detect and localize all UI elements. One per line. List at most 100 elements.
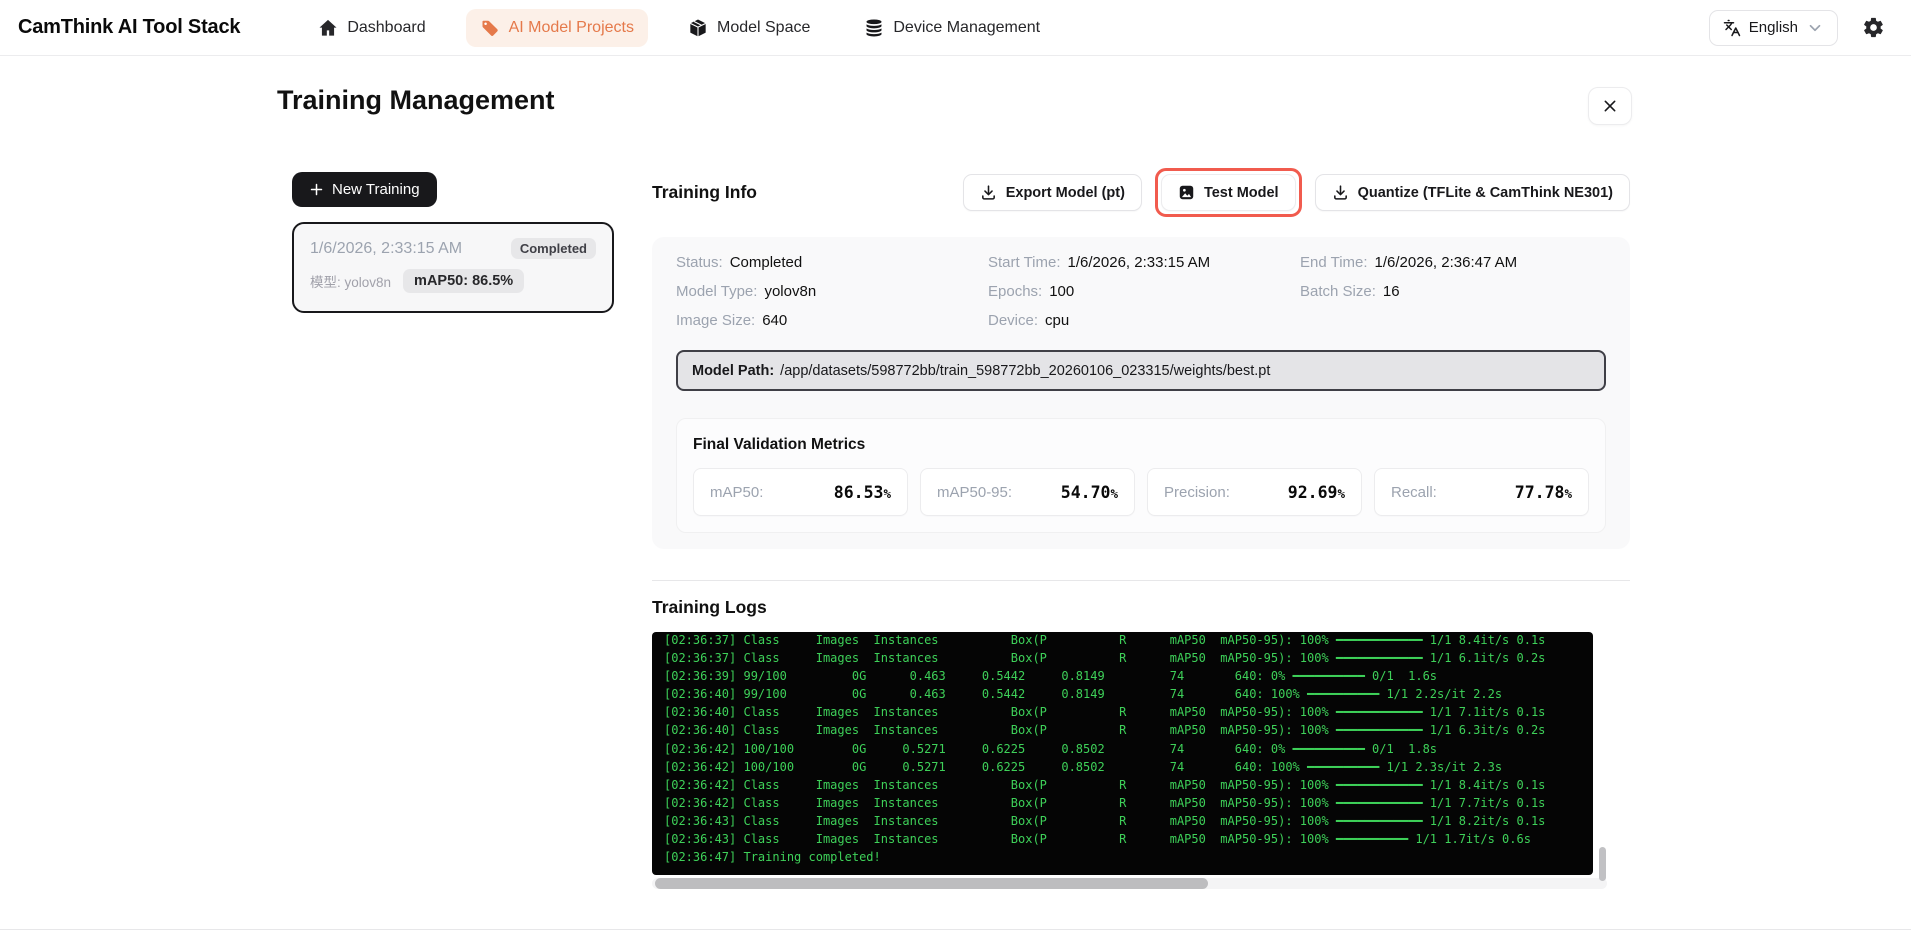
vertical-scrollbar-thumb[interactable]: [1599, 847, 1606, 881]
nav-menu: Dashboard AI Model Projects Model Space …: [304, 8, 1054, 47]
field-value: yolov8n: [764, 283, 817, 300]
export-model-label: Export Model (pt): [1005, 184, 1125, 201]
field-value: cpu: [1045, 312, 1070, 329]
training-item-model: 模型: yolov8n: [310, 275, 392, 290]
gear-icon: [1862, 16, 1885, 39]
training-fields-grid: Status: Completed Start Time: 1/6/2026, …: [676, 254, 1606, 329]
validation-metrics-panel: Final Validation Metrics mAP50: 86.53% m…: [676, 418, 1606, 533]
terminal-body: [02:36:37] Class Images Instances Box(P …: [664, 632, 1581, 866]
horizontal-scrollbar-thumb[interactable]: [655, 878, 1208, 889]
quantize-button[interactable]: Quantize (TFLite & CamThink NE301): [1314, 174, 1630, 211]
field-empty: [1300, 312, 1606, 329]
field-value: Completed: [729, 254, 803, 271]
metric-map50: mAP50: 86.53%: [693, 468, 908, 516]
nav-item-device-management[interactable]: Device Management: [850, 9, 1054, 47]
image-icon: [1178, 184, 1195, 201]
metric-value: 54.70%: [1060, 482, 1118, 502]
top-nav: CamThink AI Tool Stack Dashboard AI Mode…: [0, 0, 1911, 56]
log-line: [02:36:47] Training completed!: [664, 850, 881, 865]
model-path-label: Model Path:: [692, 362, 775, 379]
log-line: [02:36:39] 99/100 0G 0.463 0.5442 0.8149…: [664, 669, 1438, 684]
close-button[interactable]: [1588, 87, 1632, 125]
metric-label: Precision:: [1164, 483, 1230, 501]
language-selector[interactable]: English: [1708, 9, 1838, 46]
section-divider: [652, 580, 1630, 581]
nav-item-dashboard[interactable]: Dashboard: [304, 9, 439, 47]
field-image-size: Image Size: 640: [676, 312, 988, 329]
field-value: 1/6/2026, 2:36:47 AM: [1374, 254, 1518, 271]
nav-item-label: AI Model Projects: [508, 18, 634, 36]
test-model-label: Test Model: [1203, 184, 1279, 201]
new-training-label: New Training: [332, 181, 420, 198]
nav-item-label: Device Management: [893, 18, 1041, 36]
nav-item-label: Model Space: [716, 18, 811, 36]
training-info-card: Status: Completed Start Time: 1/6/2026, …: [652, 237, 1630, 549]
metric-value: 77.78%: [1514, 482, 1572, 502]
field-label: Epochs:: [988, 283, 1043, 300]
log-line: [02:36:42] Class Images Instances Box(P …: [664, 795, 1546, 810]
nav-item-ai-model-projects[interactable]: AI Model Projects: [465, 8, 648, 47]
tag-icon: [480, 18, 500, 38]
horizontal-scrollbar-track[interactable]: [652, 878, 1607, 889]
training-item-map-badge: mAP50: 86.5%: [403, 269, 525, 293]
metric-value: 92.69%: [1287, 482, 1345, 502]
log-line: [02:36:37] Class Images Instances Box(P …: [664, 651, 1546, 666]
database-icon: [864, 18, 884, 38]
field-start-time: Start Time: 1/6/2026, 2:33:15 AM: [988, 254, 1300, 271]
nav-right: English: [1708, 9, 1885, 46]
metric-label: mAP50-95:: [937, 483, 1013, 501]
home-icon: [318, 18, 338, 38]
log-line: [02:36:37] Class Images Instances Box(P …: [664, 633, 1546, 647]
export-model-button[interactable]: Export Model (pt): [962, 174, 1142, 211]
field-value: 16: [1382, 283, 1400, 300]
quantize-label: Quantize (TFLite & CamThink NE301): [1357, 184, 1613, 201]
metric-map50-95: mAP50-95: 54.70%: [920, 468, 1135, 516]
bottom-divider: [0, 929, 1911, 930]
metric-label: Recall:: [1391, 483, 1437, 501]
app-logo: CamThink AI Tool Stack: [18, 16, 241, 38]
field-model-type: Model Type: yolov8n: [676, 283, 988, 300]
training-item-status-badge: Completed: [510, 238, 596, 259]
field-label: Start Time:: [988, 254, 1061, 271]
page-title: Training Management: [277, 85, 555, 115]
action-buttons: Export Model (pt) Test Model Quantize (T…: [962, 168, 1630, 217]
training-list-panel: New Training 1/6/2026, 2:33:15 AM Comple…: [292, 172, 614, 313]
translate-icon: [1723, 19, 1741, 37]
log-line: [02:36:43] Class Images Instances Box(P …: [664, 813, 1546, 828]
log-line: [02:36:40] Class Images Instances Box(P …: [664, 705, 1546, 720]
metric-value: 86.53%: [833, 482, 891, 502]
training-log-terminal[interactable]: [02:36:37] Class Images Instances Box(P …: [652, 632, 1593, 875]
metrics-row: mAP50: 86.53% mAP50-95: 54.70% Precision…: [693, 468, 1589, 516]
metric-recall: Recall: 77.78%: [1374, 468, 1589, 516]
field-device: Device: cpu: [988, 312, 1300, 329]
log-line: [02:36:40] Class Images Instances Box(P …: [664, 723, 1546, 738]
download-icon: [980, 184, 997, 201]
field-label: Batch Size:: [1300, 283, 1376, 300]
nav-item-label: Dashboard: [347, 18, 426, 36]
close-icon: [1602, 98, 1618, 114]
chevron-down-icon: [1806, 19, 1824, 37]
model-path-box: Model Path: /app/datasets/598772bb/train…: [676, 350, 1606, 391]
model-path-value: /app/datasets/598772bb/train_598772bb_20…: [780, 362, 1271, 379]
nav-item-model-space[interactable]: Model Space: [674, 9, 824, 47]
training-list-item[interactable]: 1/6/2026, 2:33:15 AM Completed 模型: yolov…: [292, 222, 614, 313]
field-status: Status: Completed: [676, 254, 988, 271]
field-label: End Time:: [1300, 254, 1368, 271]
test-model-button[interactable]: Test Model: [1160, 174, 1296, 211]
test-model-highlight-ring: Test Model: [1154, 168, 1302, 217]
field-label: Status:: [676, 254, 723, 271]
field-label: Image Size:: [676, 312, 756, 329]
log-line: [02:36:42] Class Images Instances Box(P …: [664, 777, 1546, 792]
log-line: [02:36:42] 100/100 0G 0.5271 0.6225 0.85…: [664, 759, 1503, 774]
metric-label: mAP50:: [710, 483, 764, 501]
new-training-button[interactable]: New Training: [292, 172, 437, 207]
download-icon: [1332, 184, 1349, 201]
settings-button[interactable]: [1862, 16, 1885, 39]
training-item-timestamp: 1/6/2026, 2:33:15 AM: [310, 239, 463, 257]
field-value: 1/6/2026, 2:33:15 AM: [1067, 254, 1211, 271]
log-line: [02:36:42] 100/100 0G 0.5271 0.6225 0.85…: [664, 741, 1438, 756]
metric-precision: Precision: 92.69%: [1147, 468, 1362, 516]
training-info-header: Training Info Export Model (pt) Test Mod…: [652, 168, 1630, 217]
field-epochs: Epochs: 100: [988, 283, 1300, 300]
log-line: [02:36:43] Class Images Instances Box(P …: [664, 832, 1531, 847]
